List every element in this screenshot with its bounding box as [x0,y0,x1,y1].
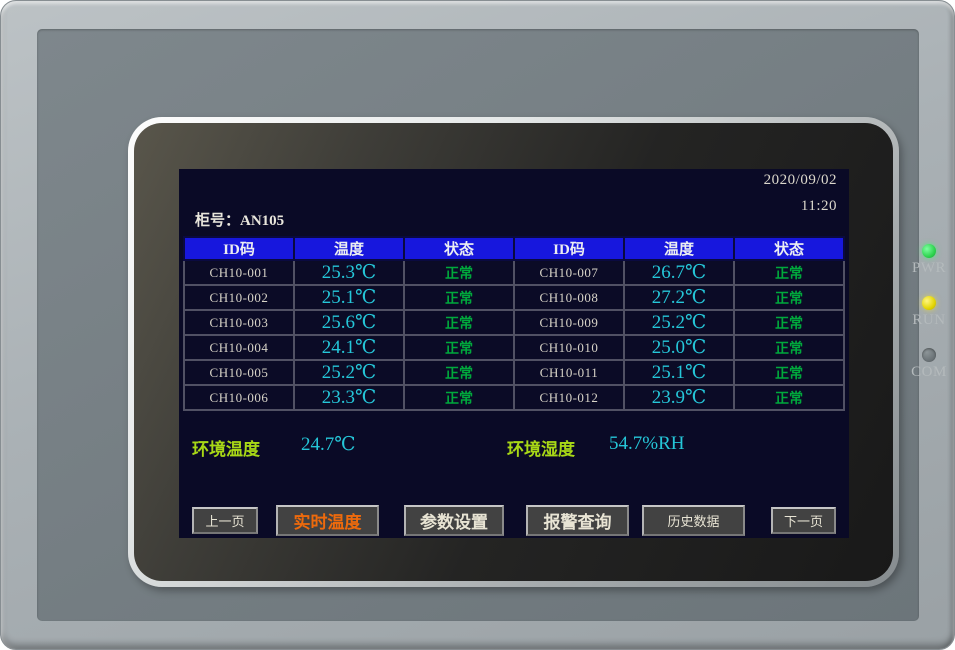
col-header-status: 状态 [734,237,844,260]
run-led-label: RUN [903,312,955,329]
touchscreen: 2020/09/02 11:20 柜号：AN105 ID码 温度 状态 ID码 … [179,169,849,538]
temperature-cell: 25.6℃ [294,310,404,335]
ambient-humidity-value: 54.7%RH [609,433,684,455]
display-module: 2020/09/02 11:20 柜号：AN105 ID码 温度 状态 ID码 … [128,117,899,587]
com-indicator: COM [903,348,955,381]
com-led-label: COM [903,364,955,381]
status-cell: 正常 [734,385,844,410]
temperature-cell: 26.7℃ [624,260,734,285]
col-header-temperature: 温度 [624,237,734,260]
temperature-cell: 25.3℃ [294,260,404,285]
temperature-cell: 23.3℃ [294,385,404,410]
channel-table: ID码 温度 状态 ID码 温度 状态 CH10-001 25. [183,236,845,411]
ambient-temperature-label: 环境温度 [192,435,260,460]
channel-id-cell: CH10-006 [184,385,294,410]
channel-id-cell: CH10-010 [514,335,624,360]
channel-id-cell: CH10-011 [514,360,624,385]
prev-page-button[interactable]: 上一页 [192,507,258,534]
pwr-led-icon [922,244,936,258]
status-cell: 正常 [734,310,844,335]
status-cell: 正常 [404,285,514,310]
channel-id-cell: CH10-007 [514,260,624,285]
temperature-cell: 25.2℃ [624,310,734,335]
parameter-settings-button[interactable]: 参数设置 [404,505,504,536]
table-row: CH10-005 25.2℃ 正常 CH10-011 25.1℃ 正常 [184,360,844,385]
hmi-device-frame: 2020/09/02 11:20 柜号：AN105 ID码 温度 状态 ID码 … [0,0,955,650]
table-row: CH10-002 25.1℃ 正常 CH10-008 27.2℃ 正常 [184,285,844,310]
date-display: 2020/09/02 [764,172,837,189]
col-header-temperature: 温度 [294,237,404,260]
table-row: CH10-004 24.1℃ 正常 CH10-010 25.0℃ 正常 [184,335,844,360]
table-row: CH10-006 23.3℃ 正常 CH10-012 23.9℃ 正常 [184,385,844,410]
channel-id-cell: CH10-003 [184,310,294,335]
status-cell: 正常 [404,335,514,360]
next-page-button[interactable]: 下一页 [771,507,836,534]
col-header-status: 状态 [404,237,514,260]
run-indicator: RUN [903,296,955,329]
temperature-cell: 25.1℃ [294,285,404,310]
table-header-row: ID码 温度 状态 ID码 温度 状态 [184,237,844,260]
status-cell: 正常 [734,260,844,285]
col-header-id: ID码 [184,237,294,260]
com-led-icon [922,348,936,362]
channel-id-cell: CH10-008 [514,285,624,310]
alarm-query-button[interactable]: 报警查询 [526,505,629,536]
status-cell: 正常 [404,260,514,285]
status-cell: 正常 [734,285,844,310]
table-row: CH10-003 25.6℃ 正常 CH10-009 25.2℃ 正常 [184,310,844,335]
pwr-indicator: PWR [903,244,955,277]
pwr-led-label: PWR [903,260,955,277]
temperature-cell: 25.2℃ [294,360,404,385]
status-cell: 正常 [404,360,514,385]
status-cell: 正常 [404,385,514,410]
temperature-cell: 24.1℃ [294,335,404,360]
status-cell: 正常 [734,360,844,385]
col-header-id: ID码 [514,237,624,260]
channel-id-cell: CH10-005 [184,360,294,385]
realtime-temp-button[interactable]: 实时温度 [276,505,379,536]
temperature-cell: 25.1℃ [624,360,734,385]
channel-id-cell: CH10-001 [184,260,294,285]
temperature-cell: 27.2℃ [624,285,734,310]
status-cell: 正常 [404,310,514,335]
temperature-cell: 25.0℃ [624,335,734,360]
channel-id-cell: CH10-004 [184,335,294,360]
ambient-humidity-label: 环境湿度 [507,435,575,460]
channel-id-cell: CH10-009 [514,310,624,335]
screen-bezel: 2020/09/02 11:20 柜号：AN105 ID码 温度 状态 ID码 … [134,123,893,581]
ambient-temperature-value: 24.7℃ [301,433,356,456]
front-panel: 2020/09/02 11:20 柜号：AN105 ID码 温度 状态 ID码 … [37,29,919,621]
channel-id-cell: CH10-012 [514,385,624,410]
run-led-icon [922,296,936,310]
temperature-cell: 23.9℃ [624,385,734,410]
cabinet-number-label: 柜号：AN105 [195,209,284,230]
time-display: 11:20 [801,198,837,215]
history-data-button[interactable]: 历史数据 [642,505,745,536]
channel-id-cell: CH10-002 [184,285,294,310]
table-row: CH10-001 25.3℃ 正常 CH10-007 26.7℃ 正常 [184,260,844,285]
status-cell: 正常 [734,335,844,360]
